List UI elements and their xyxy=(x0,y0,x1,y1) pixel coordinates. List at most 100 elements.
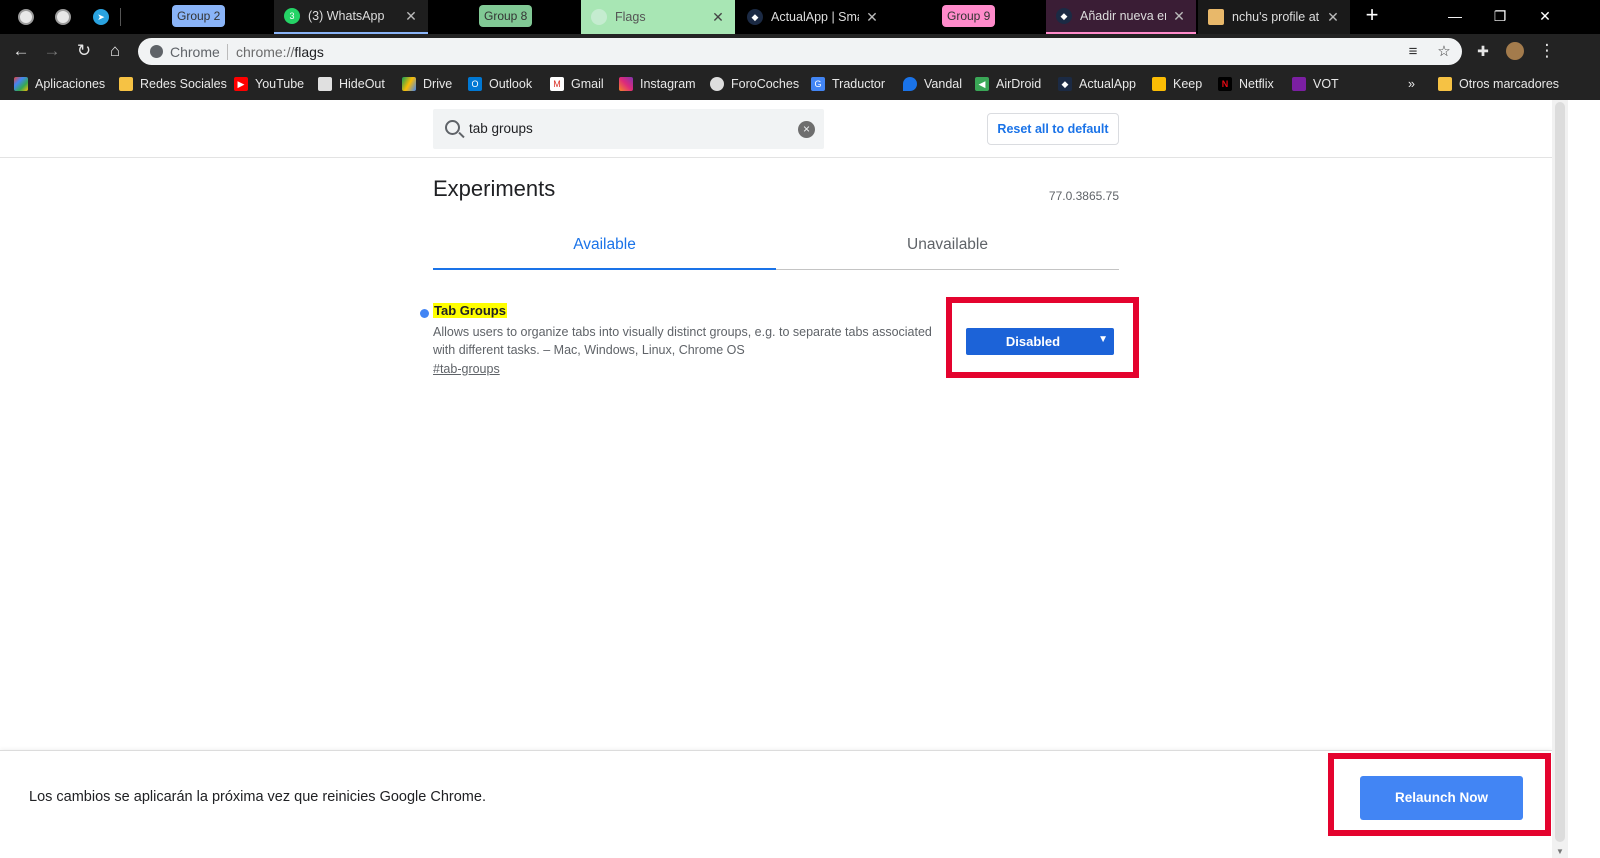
tab-unavailable[interactable]: Unavailable xyxy=(776,224,1119,270)
profile-avatar[interactable] xyxy=(1503,39,1527,63)
back-button[interactable]: ← xyxy=(9,39,33,63)
bookmark-hideout[interactable]: HideOut xyxy=(318,75,385,93)
bookmark-drive[interactable]: Drive xyxy=(402,75,452,93)
folder-icon xyxy=(1438,77,1452,91)
tab-separator xyxy=(120,8,121,26)
bookmark-aplicaciones[interactable]: Aplicaciones xyxy=(14,75,105,93)
address-bar[interactable]: Chrome chrome://flags ≡ ☆ xyxy=(138,38,1462,65)
pinned-tab[interactable] xyxy=(14,5,38,29)
page-title: Experiments xyxy=(433,176,556,201)
bookmark-vandal[interactable]: Vandal xyxy=(903,75,962,93)
bookmark-traductor[interactable]: G Traductor xyxy=(811,75,885,93)
relaunch-message: Los cambios se aplicarán la próxima vez … xyxy=(29,789,486,805)
restore-button[interactable]: ❐ xyxy=(1480,4,1520,28)
highlight-box-select xyxy=(946,297,1139,378)
actualapp-icon: ◆ xyxy=(1058,77,1072,91)
bookmark-label: Aplicaciones xyxy=(35,77,106,91)
flag-name: Tab Groups xyxy=(433,303,507,318)
drive-icon xyxy=(402,77,416,91)
flag-permalink[interactable]: #tab-groups xyxy=(433,362,500,376)
apps-grid-icon xyxy=(14,77,28,91)
menu-icon[interactable]: ⋮ xyxy=(1535,39,1559,63)
tab-actualapp[interactable]: ◆ ActualApp | Smar ✕ xyxy=(737,0,889,34)
close-window-button[interactable]: ✕ xyxy=(1525,4,1565,28)
bookmark-label: Keep xyxy=(1173,77,1203,91)
bookmark-label: Gmail xyxy=(571,77,604,91)
tab-flags[interactable]: Flags ✕ xyxy=(581,0,735,34)
flags-tabs: Available Unavailable xyxy=(433,224,1119,270)
tab-group-chip[interactable]: Group 9 xyxy=(942,5,996,27)
close-tab-icon[interactable]: ✕ xyxy=(1172,8,1186,25)
site-chip: Chrome xyxy=(170,44,220,60)
bookmark-youtube[interactable]: ▶ YouTube xyxy=(234,75,304,93)
url-scheme: chrome:// xyxy=(236,44,295,60)
bookmark-label: Vandal xyxy=(924,77,962,91)
flag-description: Allows users to organize tabs into visua… xyxy=(433,323,948,359)
flags-header: tab groups × Reset all to default xyxy=(0,100,1552,158)
home-button[interactable]: ⌂ xyxy=(103,39,127,63)
close-tab-icon[interactable]: ✕ xyxy=(711,9,725,26)
new-tab-button[interactable]: + xyxy=(1360,4,1384,28)
url-text[interactable]: chrome://flags xyxy=(236,44,324,60)
close-tab-icon[interactable]: ✕ xyxy=(404,8,418,25)
bookmarks-bar: Aplicaciones Redes Sociales ▶ YouTube Hid… xyxy=(0,68,1600,100)
search-input[interactable]: tab groups × xyxy=(433,109,824,149)
bookmark-label: Redes Sociales xyxy=(140,77,227,91)
page-scrollbar[interactable]: ▼ xyxy=(1552,100,1568,858)
bookmark-otros-marcadores[interactable]: Otros marcadores xyxy=(1438,75,1559,93)
bookmark-label: HideOut xyxy=(339,77,385,91)
bookmark-label: AirDroid xyxy=(996,77,1042,91)
tab-group-chip[interactable]: Group 2 xyxy=(172,5,226,27)
search-icon xyxy=(445,120,460,135)
clear-search-icon[interactable]: × xyxy=(798,121,815,138)
hideout-icon xyxy=(318,77,332,91)
tab-profile[interactable]: nchu's profile at ✕ xyxy=(1198,0,1350,34)
bookmark-star-icon[interactable]: ☆ xyxy=(1433,41,1455,63)
folder-icon xyxy=(119,77,133,91)
bookmarks-overflow-button[interactable]: » xyxy=(1408,75,1415,93)
bookmark-outlook[interactable]: O Outlook xyxy=(468,75,532,93)
bookmark-gmail[interactable]: M Gmail xyxy=(550,75,604,93)
tab-available[interactable]: Available xyxy=(433,224,776,270)
reset-all-button[interactable]: Reset all to default xyxy=(987,113,1119,145)
scroll-down-arrow-icon[interactable]: ▼ xyxy=(1556,847,1564,856)
actualapp-icon: ◆ xyxy=(747,9,763,25)
tab-title: (3) WhatsApp xyxy=(308,9,385,23)
flag-description-line: Allows users to organize tabs into visua… xyxy=(433,325,932,339)
bookmark-actualapp[interactable]: ◆ ActualApp xyxy=(1058,75,1136,93)
pinned-tab[interactable] xyxy=(51,5,75,29)
tab-title: nchu's profile at xyxy=(1232,10,1320,24)
bookmark-airdroid[interactable]: ◀ AirDroid xyxy=(975,75,1041,93)
telegram-icon: ➤ xyxy=(93,9,109,25)
pinned-tab-telegram[interactable]: ➤ xyxy=(89,5,113,29)
outlook-icon: O xyxy=(468,77,482,91)
pinned-favicon-icon xyxy=(55,9,71,25)
gmail-icon: M xyxy=(550,77,564,91)
tab-whatsapp[interactable]: 3 (3) WhatsApp ✕ xyxy=(274,0,428,34)
instagram-icon xyxy=(619,77,633,91)
bookmark-instagram[interactable]: Instagram xyxy=(619,75,696,93)
minimize-button[interactable]: — xyxy=(1435,4,1475,28)
bookmark-label: ActualApp xyxy=(1079,77,1136,91)
close-tab-icon[interactable]: ✕ xyxy=(865,9,879,26)
omnibox-divider xyxy=(227,44,228,60)
bookmark-netflix[interactable]: N Netflix xyxy=(1218,75,1274,93)
actualapp-icon: ◆ xyxy=(1056,8,1072,24)
bookmark-redes-sociales[interactable]: Redes Sociales xyxy=(119,75,227,93)
forward-button[interactable]: → xyxy=(40,39,64,63)
bookmark-label: YouTube xyxy=(255,77,305,91)
tab-group-chip[interactable]: Group 8 xyxy=(479,5,533,27)
bookmark-vot[interactable]: VOT xyxy=(1292,75,1339,93)
keep-icon xyxy=(1152,77,1166,91)
bookmark-forocoches[interactable]: ForoCoches xyxy=(710,75,799,93)
vandal-icon xyxy=(903,77,917,91)
bookmark-keep[interactable]: Keep xyxy=(1152,75,1202,93)
scrollbar-thumb[interactable] xyxy=(1555,102,1565,842)
profile-site-icon xyxy=(1208,9,1224,25)
extensions-icon[interactable]: ✚ xyxy=(1471,39,1495,63)
reader-mode-icon[interactable]: ≡ xyxy=(1402,41,1424,63)
reload-button[interactable]: ↻ xyxy=(72,39,96,63)
site-info-icon[interactable] xyxy=(150,45,163,58)
close-tab-icon[interactable]: ✕ xyxy=(1326,9,1340,26)
tab-anadir[interactable]: ◆ Añadir nueva ent ✕ xyxy=(1046,0,1196,34)
